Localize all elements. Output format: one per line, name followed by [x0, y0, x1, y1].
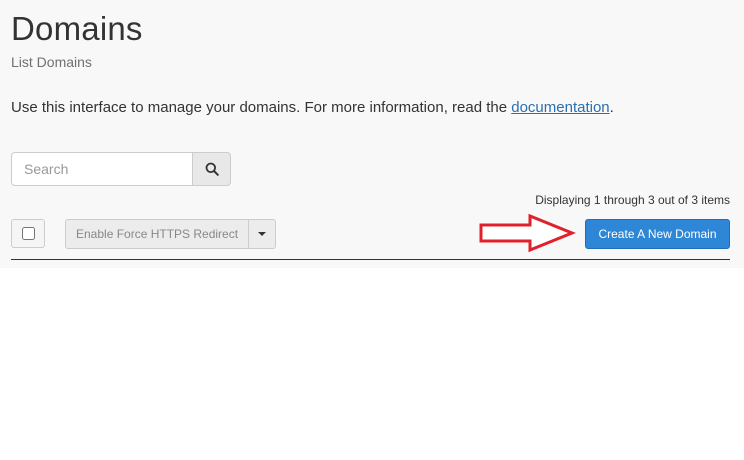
search-input[interactable] [11, 152, 192, 186]
search-icon [205, 162, 219, 176]
create-domain-button[interactable]: Create A New Domain [585, 219, 730, 249]
intro-text: Use this interface to manage your domain… [11, 99, 614, 116]
search-group [11, 152, 231, 186]
force-https-button[interactable]: Enable Force HTTPS Redirect [65, 219, 250, 249]
intro-suffix: . [609, 99, 614, 116]
search-button[interactable] [192, 152, 231, 186]
pagination-summary: Displaying 1 through 3 out of 3 items [535, 193, 730, 207]
page-title: Domains [11, 10, 143, 47]
force-https-group: Enable Force HTTPS Redirect [65, 219, 277, 249]
chevron-down-icon [258, 232, 267, 236]
intro-sentence: Use this interface to manage your domain… [11, 99, 512, 116]
select-all-container [11, 219, 45, 248]
table-header-divider [11, 259, 730, 260]
select-all-checkbox[interactable] [21, 227, 35, 240]
arrow-right-icon [479, 213, 576, 253]
domains-page: Domains List Domains Use this interface … [0, 0, 744, 268]
documentation-link[interactable]: documentation [511, 99, 609, 116]
force-https-dropdown[interactable] [249, 219, 277, 249]
page-subtitle: List Domains [11, 54, 92, 70]
